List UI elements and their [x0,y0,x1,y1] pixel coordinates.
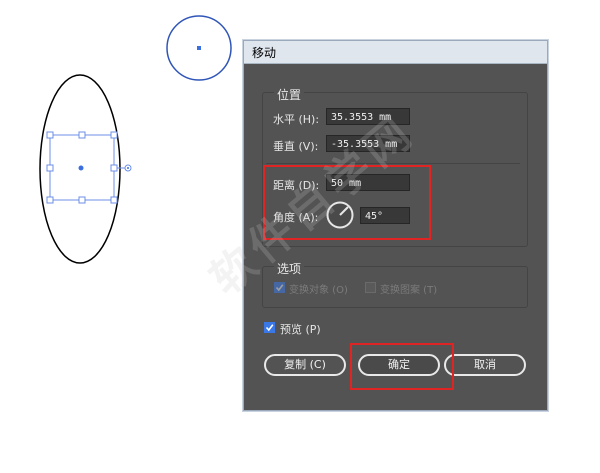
circle-center-point [197,46,201,50]
selection-handle[interactable] [110,164,118,172]
distance-angle-highlight-box [263,165,431,240]
rotate-handle-dot [127,167,129,169]
horizontal-input[interactable]: 35.3553 mm [326,108,410,125]
selection-handle[interactable] [78,196,86,204]
selection-handle[interactable] [46,131,54,139]
transform-patterns-checkbox[interactable] [365,282,376,293]
preview-checkbox[interactable] [264,322,275,333]
dialog-titlebar[interactable]: 移动 [244,41,547,64]
transform-patterns-label: 变换图案 (T) [380,285,438,296]
copy-button[interactable]: 复制 (C) [264,354,346,376]
ok-button-highlight-box [350,343,454,390]
transform-objects-label: 变换对象 (O) [289,285,348,296]
selection-center-point [78,165,84,171]
selection-handle[interactable] [78,131,86,139]
selection-handle[interactable] [110,131,118,139]
dialog-title: 移动 [252,46,277,60]
cancel-button[interactable]: 取消 [444,354,526,376]
horizontal-label: 水平 (H): [273,113,320,126]
selection-handle[interactable] [46,196,54,204]
vertical-input[interactable]: -35.3553 mm [326,135,410,152]
selection-handle[interactable] [46,164,54,172]
vertical-label: 垂直 (V): [273,140,319,153]
preview-label: 预览 (P) [280,323,321,336]
options-group-label: 选项 [274,260,305,277]
selection-handle[interactable] [110,196,118,204]
position-group-label: 位置 [274,86,305,103]
transform-objects-checkbox[interactable] [274,282,285,293]
position-divider [266,163,520,164]
